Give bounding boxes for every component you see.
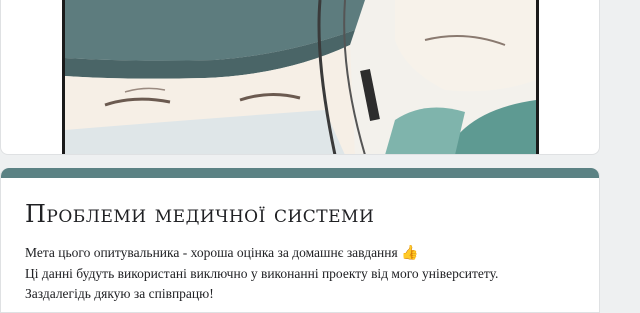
surgeon-illustration — [65, 0, 536, 154]
description-line-2: Ці данні будуть використані виключно у в… — [25, 266, 499, 281]
title-accent-bar — [1, 168, 599, 178]
form-title-card: Проблеми медичної системи Мета цього опи… — [0, 168, 600, 313]
form-description: Мета цього опитувальника - хороша оцінка… — [25, 243, 599, 304]
header-image-surgeons — [62, 0, 539, 154]
thumbs-up-icon: 👍 — [401, 246, 419, 261]
description-line-1: Мета цього опитувальника - хороша оцінка… — [25, 245, 419, 261]
description-line-3: Заздалегідь дякую за співпрацю! — [25, 286, 214, 301]
form-title: Проблеми медичної системи — [25, 200, 375, 228]
form-header-card — [0, 0, 600, 155]
